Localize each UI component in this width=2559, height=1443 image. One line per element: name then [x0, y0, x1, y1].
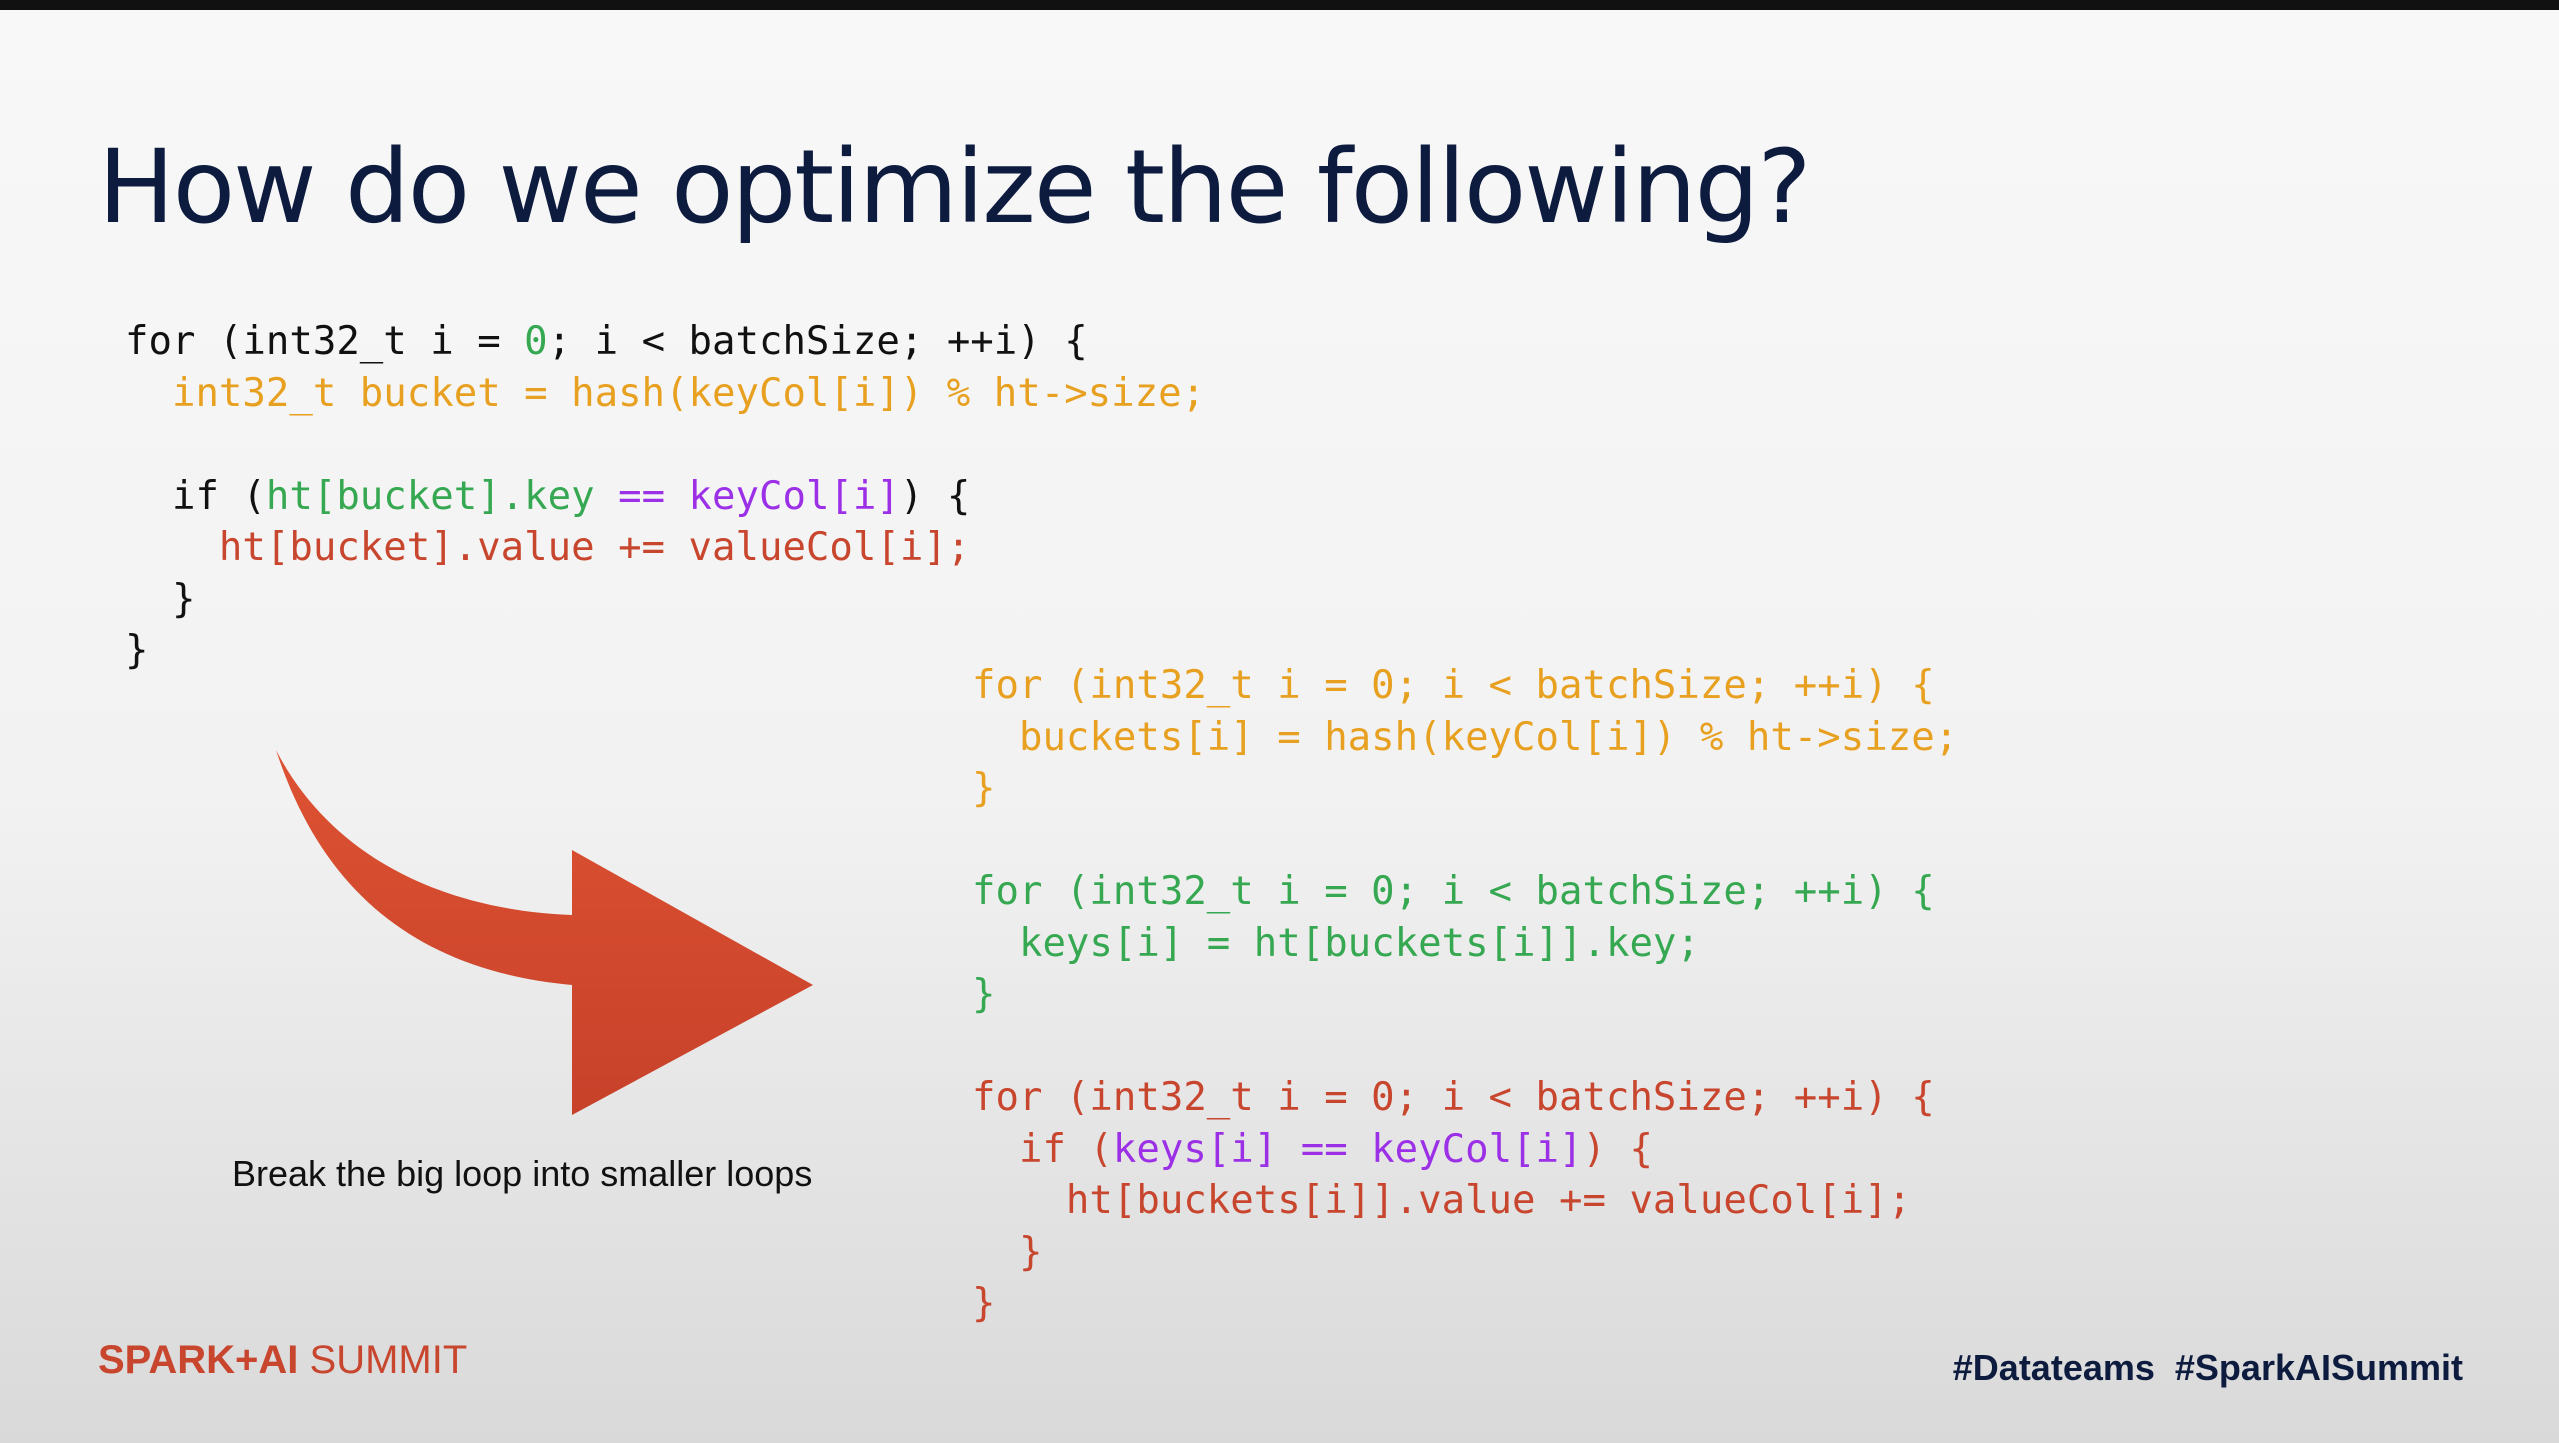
code-token: ht[bucket].value += valueCol[i]; — [125, 525, 971, 570]
code-line: } — [972, 969, 1958, 1021]
code-line: } — [972, 1278, 1958, 1330]
code-block-optimized: for (int32_t i = 0; i < batchSize; ++i) … — [972, 660, 1958, 1330]
logo-part-spark-ai: SPARK+AI — [98, 1338, 299, 1382]
code-token: ; i < batchSize; ++i) { — [547, 319, 1088, 364]
code-line: buckets[i] = hash(keyCol[i]) % ht->size; — [972, 712, 1958, 764]
code-line: } — [125, 574, 1205, 626]
code-token: } — [972, 1281, 996, 1326]
logo-part-summit: SUMMIT — [298, 1338, 468, 1382]
spark-ai-summit-logo: SPARK+AI SUMMIT — [98, 1338, 467, 1383]
code-line: for (int32_t i = 0; i < batchSize; ++i) … — [972, 1072, 1958, 1124]
code-line: for (int32_t i = 0; i < batchSize; ++i) … — [125, 316, 1205, 368]
code-token: keyCol[i] — [688, 473, 900, 519]
curved-arrow-right-icon — [276, 750, 813, 1115]
code-token: } — [125, 628, 149, 673]
code-token: int32_t bucket = hash(keyCol[i]) % ht->s… — [125, 370, 1206, 416]
top-bar — [0, 0, 2559, 10]
code-token: } — [972, 766, 996, 811]
code-token: } — [972, 1229, 1043, 1275]
slide-title: How do we optimize the following? — [98, 128, 1812, 247]
code-token: 0 — [524, 319, 548, 364]
code-line: for (int32_t i = 0; i < batchSize; ++i) … — [972, 866, 1958, 918]
code-token: keys[i] = ht[buckets[i]].key; — [972, 920, 1700, 966]
code-token: if ( — [972, 1126, 1113, 1172]
code-token: == — [594, 473, 689, 519]
code-line: int32_t bucket = hash(keyCol[i]) % ht->s… — [125, 368, 1205, 420]
code-token: keys[i] == keyCol[i] — [1112, 1126, 1583, 1172]
code-token: if ( — [125, 473, 266, 519]
code-block-original: for (int32_t i = 0; i < batchSize; ++i) … — [125, 316, 1205, 677]
code-token: for (int32_t i = — [125, 319, 525, 364]
code-token: ) { — [1582, 1126, 1653, 1172]
code-line: if (ht[bucket].key == keyCol[i]) { — [125, 471, 1205, 523]
code-token: } — [972, 972, 996, 1017]
code-line: } — [972, 763, 1958, 815]
caption-text: Break the big loop into smaller loops — [232, 1153, 813, 1194]
code-token: for (int32_t i = 0; i < batchSize; ++i) … — [972, 1075, 1935, 1120]
code-line: if (keys[i] == keyCol[i]) { — [972, 1124, 1958, 1176]
code-line: for (int32_t i = 0; i < batchSize; ++i) … — [972, 660, 1958, 712]
code-token: for (int32_t i = 0; i < batchSize; ++i) … — [972, 869, 1935, 914]
code-token: buckets[i] = hash(keyCol[i]) % ht->size; — [972, 714, 1959, 760]
code-token: ) { — [899, 473, 971, 519]
code-token: ht[buckets[i]].value += valueCol[i]; — [972, 1178, 1912, 1223]
code-token: } — [125, 576, 196, 622]
code-line: ht[buckets[i]].value += valueCol[i]; — [972, 1175, 1958, 1227]
code-line: keys[i] = ht[buckets[i]].key; — [972, 918, 1958, 970]
code-line: ht[bucket].value += valueCol[i]; — [125, 522, 1205, 574]
code-token: ht[bucket].key — [265, 473, 595, 519]
code-line: } — [972, 1227, 1958, 1279]
hashtags: #Datateams #SparkAISummit — [1952, 1347, 2463, 1388]
code-token: for (int32_t i = 0; i < batchSize; ++i) … — [972, 663, 1935, 708]
